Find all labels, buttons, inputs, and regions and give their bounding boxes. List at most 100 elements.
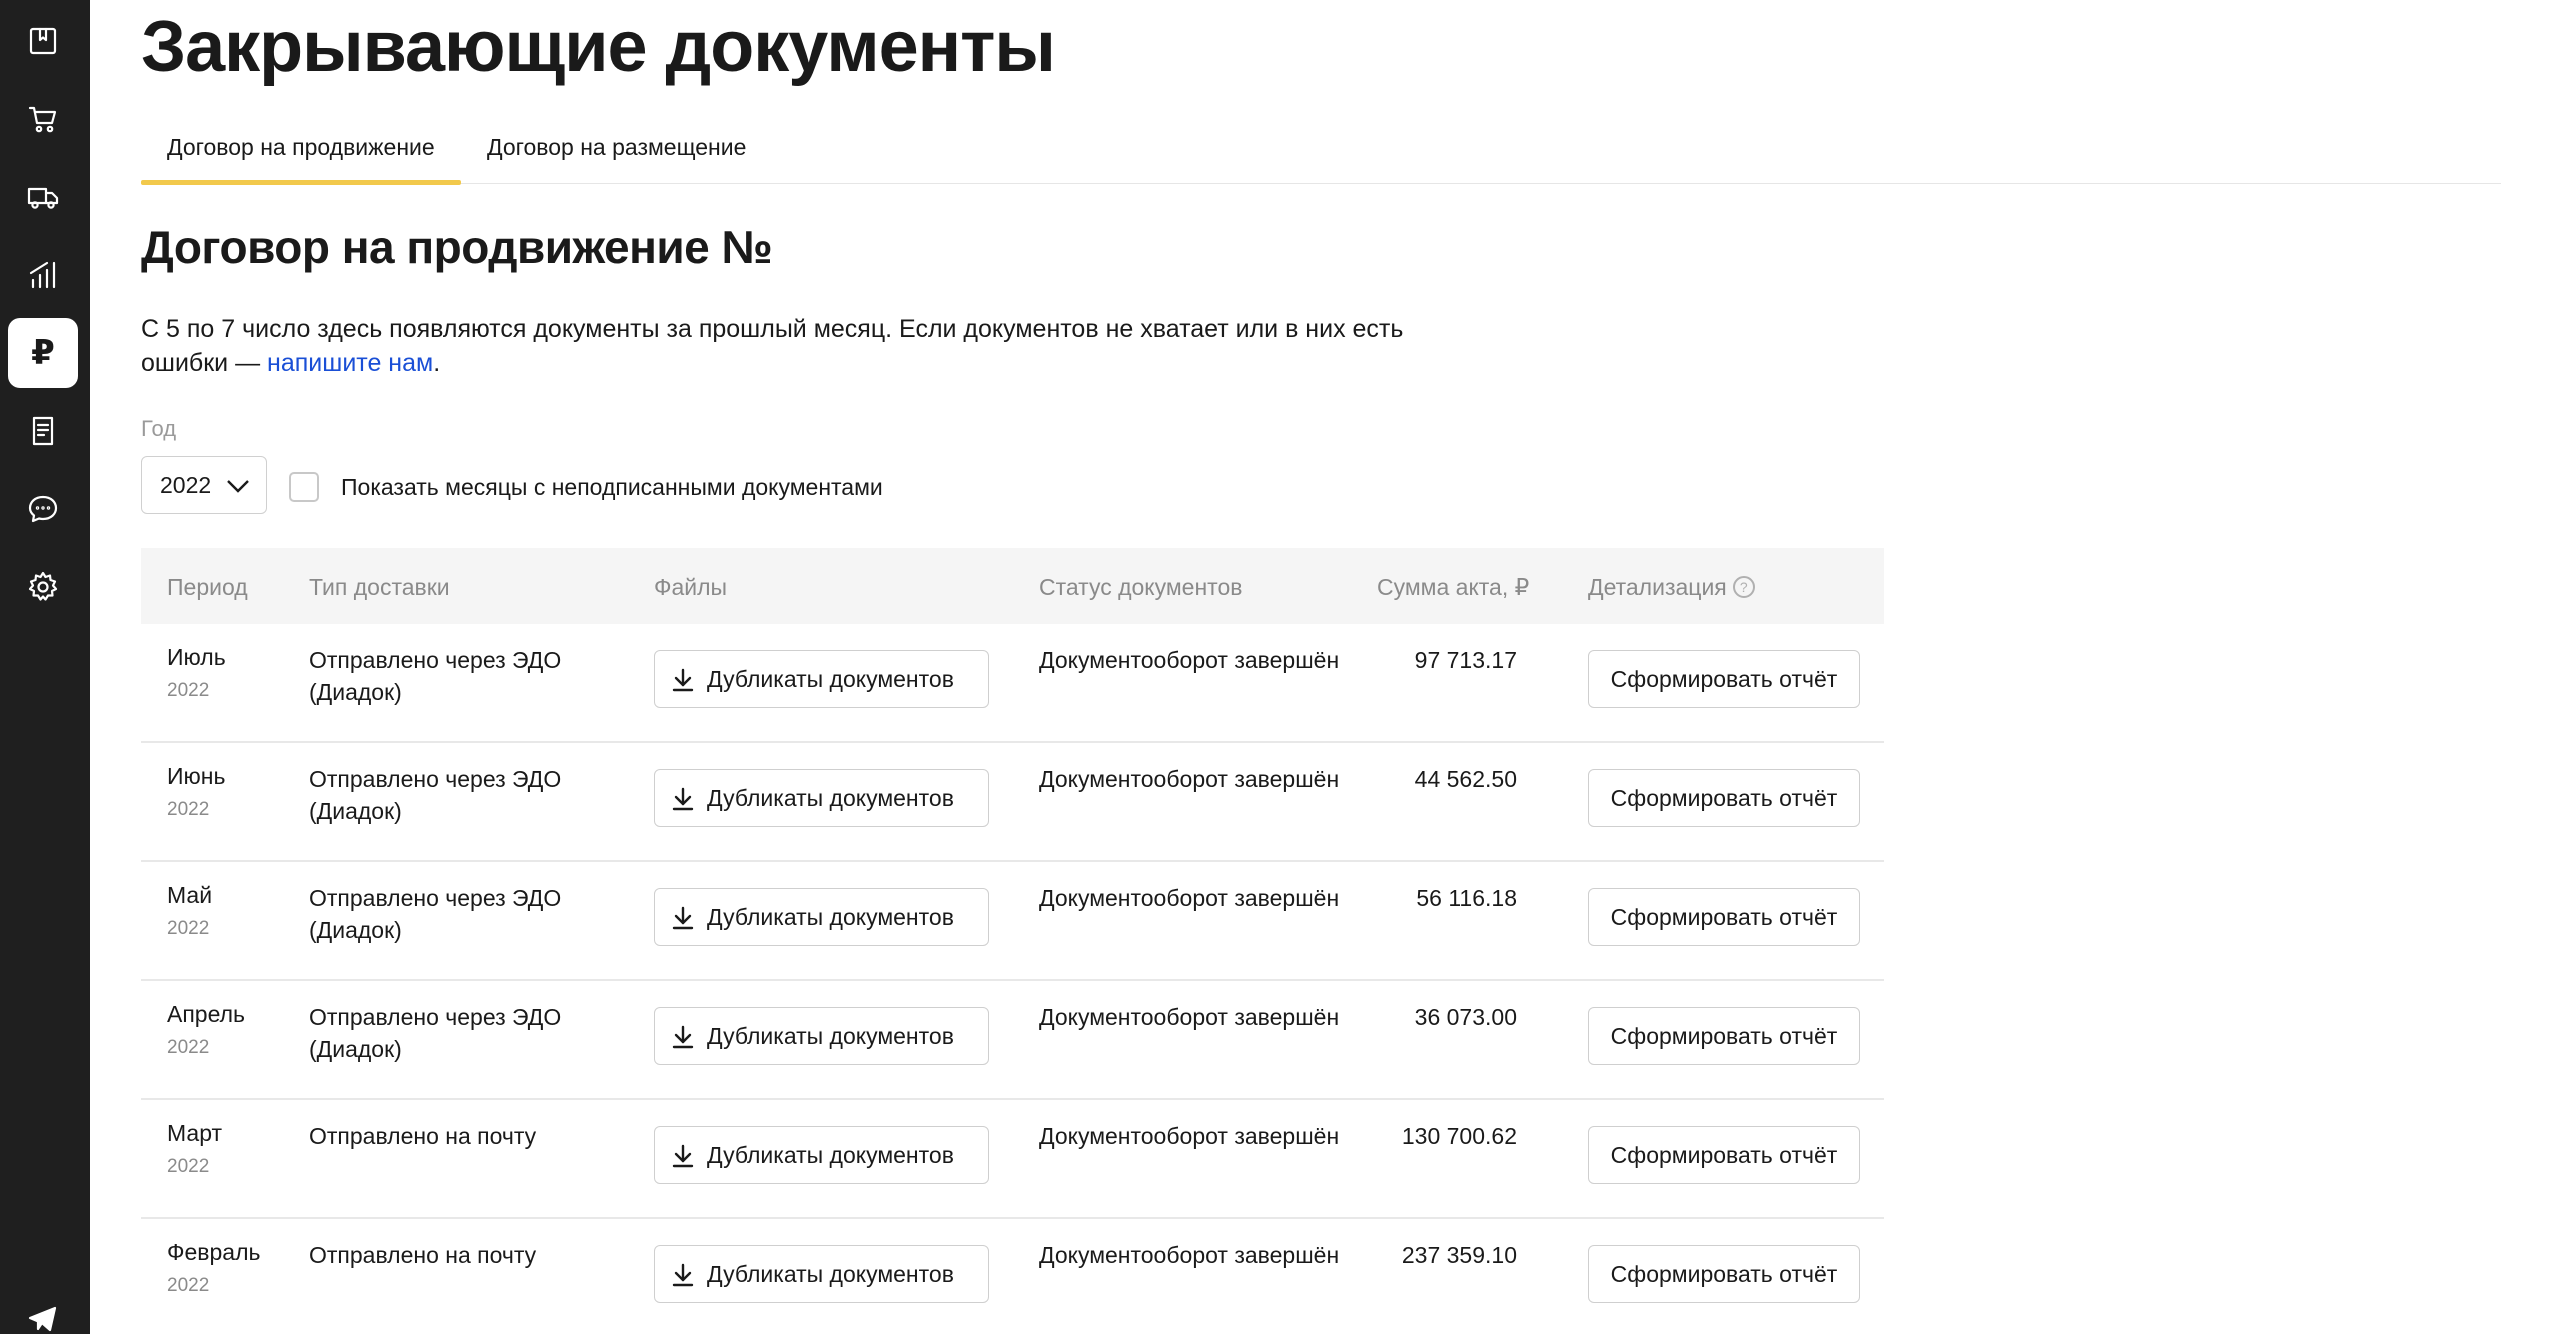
- download-duplicates-button[interactable]: Дубликаты документов: [654, 1245, 989, 1303]
- contract-tabs: Договор на продвижение Договор на размещ…: [141, 118, 2501, 185]
- table-body: Июль 2022 Отправлено через ЭДО (Диадок) …: [141, 624, 1884, 1334]
- gear-icon: [28, 571, 58, 601]
- act-amount: 36 073.00: [1414, 1004, 1517, 1030]
- generate-report-button[interactable]: Сформировать отчёт: [1588, 769, 1860, 827]
- download-icon: [672, 1025, 694, 1049]
- document-status: Документооборот завершён: [1039, 1123, 1340, 1149]
- delivery-type: Отправлено через ЭДО (Диадок): [309, 766, 562, 824]
- period-month: Март: [167, 1120, 223, 1146]
- info-text: С 5 по 7 число здесь появляются документ…: [141, 312, 1441, 380]
- documents-table: Период Тип доставки Файлы Статус докумен…: [141, 548, 1884, 1334]
- download-duplicates-button[interactable]: Дубликаты документов: [654, 888, 989, 946]
- period-month: Июнь: [167, 763, 226, 789]
- sidebar-item-products[interactable]: [8, 6, 78, 76]
- year-select[interactable]: 2022: [141, 456, 267, 514]
- document-status: Документооборот завершён: [1039, 885, 1340, 911]
- document-status: Документооборот завершён: [1039, 1004, 1340, 1030]
- act-amount: 97 713.17: [1414, 647, 1517, 673]
- header-delivery: Тип доставки: [309, 574, 450, 600]
- tab-placement[interactable]: Договор на размещение: [461, 118, 772, 184]
- period-year: 2022: [167, 1275, 210, 1296]
- document-status: Документооборот завершён: [1039, 1242, 1340, 1268]
- table-row: Июль 2022 Отправлено через ЭДО (Диадок) …: [141, 624, 1884, 743]
- delivery-type: Отправлено на почту: [309, 1123, 537, 1149]
- act-amount: 130 700.62: [1401, 1123, 1517, 1149]
- truck-icon: [27, 187, 59, 209]
- year-select-value: 2022: [160, 471, 212, 498]
- download-icon: [672, 906, 694, 930]
- download-icon: [672, 1144, 694, 1168]
- generate-report-button[interactable]: Сформировать отчёт: [1588, 1245, 1860, 1303]
- download-duplicates-label: Дубликаты документов: [707, 665, 954, 692]
- period-year: 2022: [167, 680, 210, 701]
- download-duplicates-label: Дубликаты документов: [707, 1260, 954, 1287]
- period-month: Июль: [167, 644, 226, 670]
- generate-report-button[interactable]: Сформировать отчёт: [1588, 1007, 1860, 1065]
- table-row: Апрель 2022 Отправлено через ЭДО (Диадок…: [141, 981, 1884, 1100]
- unsigned-months-checkbox[interactable]: [289, 472, 319, 502]
- download-duplicates-label: Дубликаты документов: [707, 1022, 954, 1049]
- sidebar-item-orders[interactable]: [8, 84, 78, 154]
- act-amount: 44 562.50: [1414, 766, 1517, 792]
- generate-report-button[interactable]: Сформировать отчёт: [1588, 1126, 1860, 1184]
- main-content: Закрывающие документы Договор на продвиж…: [141, 0, 2501, 1334]
- sidebar-item-telegram[interactable]: [8, 1284, 78, 1334]
- document-status: Документооборот завершён: [1039, 766, 1340, 792]
- info-text-end: .: [433, 349, 441, 377]
- header-amount: Сумма акта, ₽: [1377, 574, 1530, 600]
- header-details: Детализация?: [1588, 574, 1755, 601]
- period-year: 2022: [167, 799, 210, 820]
- telegram-icon: [28, 1306, 57, 1332]
- table-row: Май 2022 Отправлено через ЭДО (Диадок) Д…: [141, 862, 1884, 981]
- chevron-down-icon: [227, 480, 249, 493]
- sidebar: ₽: [0, 0, 90, 1334]
- period-month: Май: [167, 882, 213, 908]
- sidebar-item-delivery[interactable]: [8, 162, 78, 232]
- help-icon[interactable]: ?: [1732, 575, 1755, 598]
- section-title: Договор на продвижение №: [141, 221, 773, 273]
- download-duplicates-button[interactable]: Дубликаты документов: [654, 769, 989, 827]
- sidebar-item-documents[interactable]: [8, 396, 78, 466]
- contact-us-link[interactable]: напишите нам: [267, 349, 433, 377]
- delivery-type: Отправлено через ЭДО (Диадок): [309, 885, 562, 943]
- download-icon: [672, 1263, 694, 1287]
- download-duplicates-button[interactable]: Дубликаты документов: [654, 650, 989, 708]
- table-row: Март 2022 Отправлено на почту Дубликаты …: [141, 1100, 1884, 1219]
- table-header: Период Тип доставки Файлы Статус докумен…: [141, 548, 1884, 624]
- period-month: Апрель: [167, 1001, 246, 1027]
- download-duplicates-button[interactable]: Дубликаты документов: [654, 1007, 989, 1065]
- cart-icon: [28, 106, 57, 133]
- header-period: Период: [167, 574, 248, 600]
- download-duplicates-label: Дубликаты документов: [707, 903, 954, 930]
- table-row: Февраль 2022 Отправлено на почту Дублика…: [141, 1219, 1884, 1334]
- download-duplicates-label: Дубликаты документов: [707, 784, 954, 811]
- header-details-label: Детализация: [1588, 574, 1727, 600]
- generate-report-button[interactable]: Сформировать отчёт: [1588, 650, 1860, 708]
- bookmark-icon: [29, 27, 57, 55]
- period-month: Февраль: [167, 1239, 261, 1265]
- period-year: 2022: [167, 918, 210, 939]
- tab-promotion[interactable]: Договор на продвижение: [141, 118, 461, 185]
- download-icon: [672, 668, 694, 692]
- sidebar-item-settings[interactable]: [8, 552, 78, 622]
- act-amount: 56 116.18: [1416, 885, 1517, 911]
- year-label: Год: [141, 416, 177, 441]
- chat-icon: [28, 495, 58, 523]
- unsigned-months-label[interactable]: Показать месяцы с неподписанными докумен…: [341, 474, 883, 501]
- header-status: Статус документов: [1039, 574, 1243, 600]
- period-year: 2022: [167, 1037, 210, 1058]
- generate-report-button[interactable]: Сформировать отчёт: [1588, 888, 1860, 946]
- act-amount: 237 359.10: [1401, 1242, 1517, 1268]
- download-duplicates-label: Дубликаты документов: [707, 1141, 954, 1168]
- download-icon: [672, 787, 694, 811]
- sidebar-item-chat[interactable]: [8, 474, 78, 544]
- sidebar-item-finance[interactable]: ₽: [8, 318, 78, 388]
- delivery-type: Отправлено через ЭДО (Диадок): [309, 1004, 562, 1062]
- delivery-type: Отправлено на почту: [309, 1242, 537, 1268]
- document-status: Документооборот завершён: [1039, 647, 1340, 673]
- delivery-type: Отправлено через ЭДО (Диадок): [309, 647, 562, 705]
- download-duplicates-button[interactable]: Дубликаты документов: [654, 1126, 989, 1184]
- analytics-icon: [29, 261, 56, 289]
- sidebar-item-analytics[interactable]: [8, 240, 78, 310]
- header-files: Файлы: [654, 574, 728, 600]
